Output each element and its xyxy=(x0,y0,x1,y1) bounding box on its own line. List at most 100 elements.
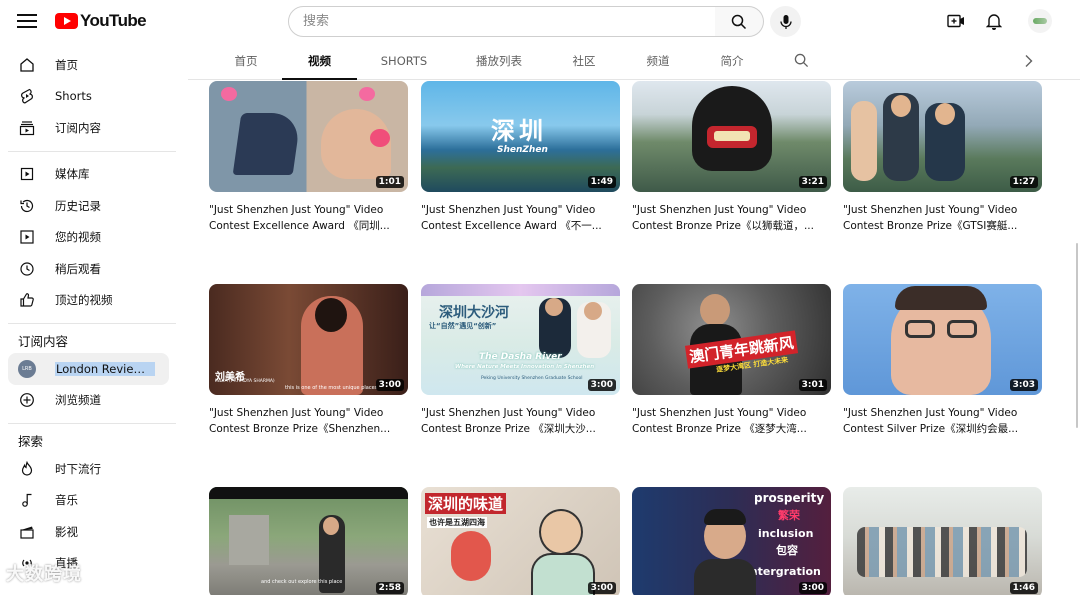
video-title-line1: "Just Shenzhen Just Young" Video xyxy=(843,204,1018,216)
notifications-button[interactable] xyxy=(983,10,1005,32)
video-duration: 1:27 xyxy=(1009,176,1038,188)
tab-shorts[interactable]: SHORTS xyxy=(372,42,436,80)
create-button[interactable] xyxy=(945,10,967,32)
watch-later-icon xyxy=(18,260,36,278)
sidebar-item-subscriptions[interactable]: 订阅内容 xyxy=(0,112,170,144)
video-title[interactable]: "Just Shenzhen Just Young" Video Contest… xyxy=(421,405,620,437)
logo-text: YouTube xyxy=(80,11,147,30)
video-title-line2: Contest Bronze Prize 《深圳大沙... xyxy=(421,423,596,435)
sidebar-item-history[interactable]: 历史记录 xyxy=(0,190,170,222)
thumbs-up-icon xyxy=(18,291,36,309)
thumbnail-overlay-subtitle: 让“自然”遇见“创新” xyxy=(429,322,497,330)
sidebar-item-label: 稍后观看 xyxy=(55,261,101,276)
voice-search-button[interactable] xyxy=(770,6,801,37)
tab-about[interactable]: 简介 xyxy=(714,42,750,80)
video-thumbnail[interactable]: 1:27 xyxy=(843,81,1042,192)
video-thumbnail[interactable]: 澳门青年跳新风 逐梦大湾区 打造大未来 3:01 xyxy=(632,284,831,395)
clapperboard-icon xyxy=(18,523,36,541)
video-title[interactable]: "Just Shenzhen Just Young" Video Contest… xyxy=(209,405,408,437)
video-thumbnail[interactable]: 深圳大沙河 让“自然”遇见“创新” The Dasha River Where … xyxy=(421,284,620,395)
sidebar-item-label: 订阅内容 xyxy=(55,120,101,135)
video-title-line2: Contest Excellence Award 《不一... xyxy=(421,220,602,232)
video-title-line2: Contest Bronze Prize《GTSI赛艇... xyxy=(843,220,1018,232)
video-thumbnail[interactable]: 3:03 xyxy=(843,284,1042,395)
sidebar-item-label: 媒体库 xyxy=(55,167,90,182)
subscriptions-heading: 订阅内容 xyxy=(18,334,69,349)
tab-home[interactable]: 首页 xyxy=(226,42,266,80)
sidebar-divider xyxy=(8,323,176,324)
tab-playlists[interactable]: 播放列表 xyxy=(468,42,530,80)
video-thumbnail[interactable]: prosperity 繁荣 inclusion 包容 intergration … xyxy=(632,487,831,595)
video-title[interactable]: "Just Shenzhen Just Young" Video Contest… xyxy=(632,405,831,437)
video-thumbnail[interactable]: 3:21 xyxy=(632,81,831,192)
history-icon xyxy=(18,197,36,215)
shorts-icon xyxy=(18,87,36,105)
tab-videos[interactable]: 视频 xyxy=(282,42,357,80)
thumbnail-overlay-subtitle: ShenZhen xyxy=(497,145,548,155)
sidebar-item-label: 您的视频 xyxy=(55,230,101,245)
library-icon xyxy=(18,165,36,183)
mic-icon xyxy=(779,14,792,29)
search-input[interactable] xyxy=(288,6,716,37)
video-title-line1: "Just Shenzhen Just Young" Video xyxy=(209,204,384,216)
video-title-line2: Contest Excellence Award 《同圳... xyxy=(209,220,390,232)
thumbnail-caption: this is one of the most unique places xyxy=(285,385,378,391)
sidebar-item-label: 顶过的视频 xyxy=(55,293,113,308)
video-thumbnail[interactable]: 深圳 ShenZhen 1:49 xyxy=(421,81,620,192)
page-scrollbar[interactable] xyxy=(1076,243,1078,428)
sidebar-item-music[interactable]: 音乐 xyxy=(0,485,170,517)
sidebar-item-label: London Review Boo... xyxy=(55,361,155,376)
watermark-logo: 大数跨境 xyxy=(6,564,82,585)
menu-icon[interactable] xyxy=(16,11,38,31)
tab-channels[interactable]: 频道 xyxy=(640,42,676,80)
video-thumbnail[interactable]: 1:01 xyxy=(209,81,408,192)
sidebar-item-london-review-books[interactable]: LRB London Review Boo... xyxy=(8,353,169,385)
video-thumbnail[interactable]: 深圳的味道 也许是五湖四海 3:00 xyxy=(421,487,620,595)
sidebar-item-shorts[interactable]: Shorts xyxy=(0,81,170,113)
avatar-image xyxy=(1033,18,1047,24)
video-title-line2: Contest Bronze Prize《以狮载道，... xyxy=(632,220,814,232)
video-title[interactable]: "Just Shenzhen Just Young" Video Contest… xyxy=(209,202,408,234)
youtube-logo[interactable]: YouTube xyxy=(55,10,147,32)
sidebar-item-watch-later[interactable]: 稍后观看 xyxy=(0,253,170,285)
your-videos-icon xyxy=(18,228,36,246)
video-duration: 2:58 xyxy=(375,582,404,594)
thumbnail-overlay-title: 深圳大沙河 xyxy=(439,305,509,321)
video-thumbnail[interactable]: and check out explore this place 2:58 xyxy=(209,487,408,595)
video-title-line1: "Just Shenzhen Just Young" Video xyxy=(632,204,807,216)
sidebar-item-label: Shorts xyxy=(55,89,92,104)
sidebar-item-your-videos[interactable]: 您的视频 xyxy=(0,222,170,254)
video-duration: 3:00 xyxy=(375,379,404,391)
sidebar-item-liked-videos[interactable]: 顶过的视频 xyxy=(0,285,170,317)
video-title[interactable]: "Just Shenzhen Just Young" Video Contest… xyxy=(632,202,831,234)
thumbnail-overlay-title: 深圳的味道 xyxy=(425,493,507,514)
subscriptions-icon xyxy=(18,119,36,137)
video-duration: 3:03 xyxy=(1009,379,1038,391)
sidebar-item-browse-channels[interactable]: 浏览频道 xyxy=(0,385,170,417)
video-title-line1: "Just Shenzhen Just Young" Video xyxy=(209,407,384,419)
video-thumbnail[interactable]: 刘美希 INDIA (PRIYADYA SHARMA) this is one … xyxy=(209,284,408,395)
thumbnail-overlay-subtitle: 繁荣 xyxy=(778,509,800,522)
tab-community[interactable]: 社区 xyxy=(566,42,602,80)
video-title[interactable]: "Just Shenzhen Just Young" Video Contest… xyxy=(843,405,1042,437)
explore-heading: 探索 xyxy=(18,434,44,449)
sidebar: 首页 Shorts 订阅内容 媒体库 历史记录 您的视频 稍后观看 顶过的视频 … xyxy=(0,42,178,595)
video-title[interactable]: "Just Shenzhen Just Young" Video Contest… xyxy=(843,202,1042,234)
music-icon xyxy=(18,491,36,509)
chevron-right-icon[interactable] xyxy=(1024,53,1034,72)
sidebar-item-label: 音乐 xyxy=(55,493,78,508)
sidebar-item-library[interactable]: 媒体库 xyxy=(0,159,170,191)
bell-icon xyxy=(986,14,1002,30)
video-thumbnail[interactable]: 1:46 xyxy=(843,487,1042,595)
sidebar-item-film[interactable]: 影视 xyxy=(0,516,170,548)
video-duration: 3:00 xyxy=(798,582,827,594)
sidebar-item-home[interactable]: 首页 xyxy=(0,49,170,81)
sidebar-item-trending[interactable]: 时下流行 xyxy=(0,453,170,485)
account-avatar[interactable] xyxy=(1028,9,1052,33)
video-duration: 3:21 xyxy=(798,176,827,188)
search-button[interactable] xyxy=(715,6,764,37)
channel-search-icon[interactable] xyxy=(794,53,809,72)
video-duration: 1:49 xyxy=(587,176,616,188)
video-title[interactable]: "Just Shenzhen Just Young" Video Contest… xyxy=(421,202,620,234)
thumbnail-caption-3: intergration xyxy=(746,565,821,578)
